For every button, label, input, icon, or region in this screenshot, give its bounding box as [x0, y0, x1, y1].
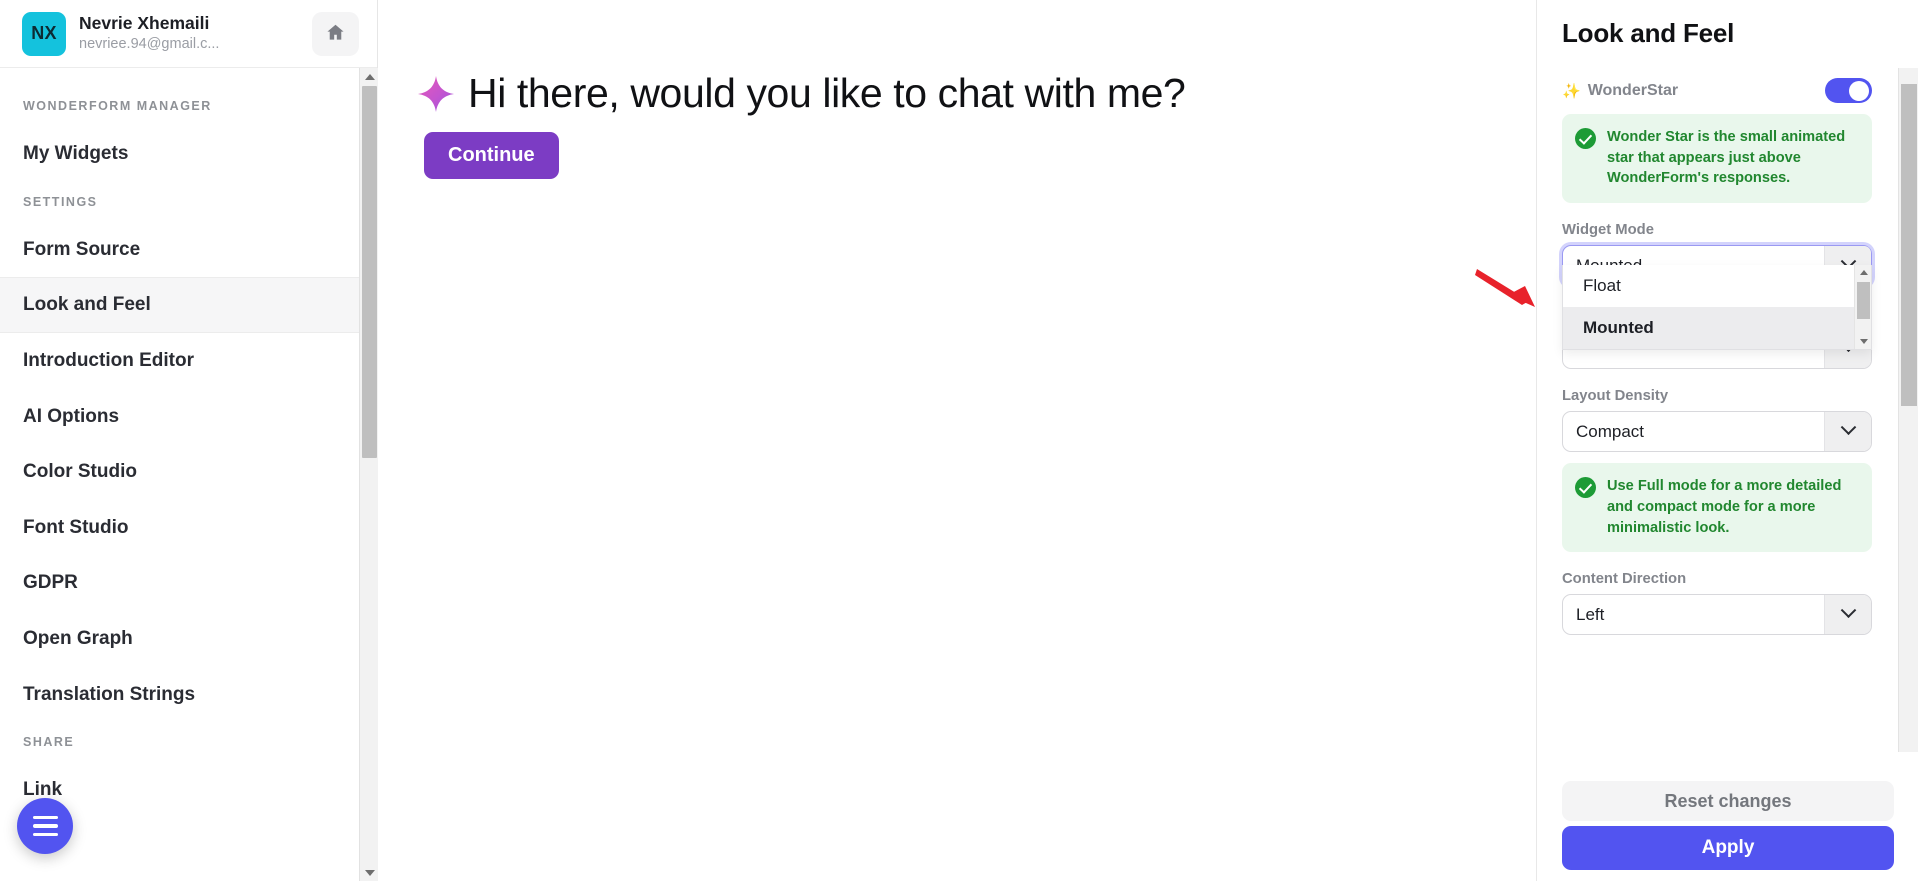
- widget-mode-label: Widget Mode: [1562, 222, 1654, 239]
- settings-panel: Look and Feel ✨ WonderStar Wonder Star i…: [1536, 0, 1918, 881]
- sidebar-account-header: NX Nevrie Xhemaili nevriee.94@gmail.c...: [0, 0, 377, 68]
- home-icon: [325, 22, 346, 46]
- wonderstar-label: WonderStar: [1587, 81, 1679, 99]
- dropdown-scroll-up-icon[interactable]: [1855, 265, 1872, 280]
- wonderstar-label-group: ✨ WonderStar: [1562, 82, 1678, 100]
- layout-density-hint-box: Use Full mode for a more detailed and co…: [1562, 463, 1872, 553]
- layout-density-select[interactable]: Compact: [1562, 411, 1872, 453]
- sidebar-section-label-manager: WONDERFORM MANAGER: [23, 99, 212, 113]
- wonderstar-hint-box: Wonder Star is the small animated star t…: [1562, 114, 1872, 204]
- settings-panel-title: Look and Feel: [1562, 18, 1735, 48]
- layout-density-field: Layout Density Compact: [1562, 388, 1872, 453]
- sidebar-item-color-studio[interactable]: Color Studio: [0, 444, 359, 500]
- widget-mode-option-mounted[interactable]: Mounted: [1563, 307, 1871, 350]
- settings-panel-footer: Reset changes Apply: [1562, 781, 1894, 870]
- sidebar-item-open-graph[interactable]: Open Graph: [0, 611, 359, 667]
- panel-scroll-down-icon[interactable]: [1899, 736, 1918, 752]
- layout-density-label: Layout Density: [1562, 388, 1669, 405]
- wonderstar-toggle[interactable]: [1825, 78, 1872, 103]
- check-circle-icon: [1575, 477, 1596, 499]
- check-circle-icon: [1575, 128, 1596, 149]
- continue-button[interactable]: Continue: [424, 132, 559, 180]
- hamburger-menu-icon[interactable]: [17, 798, 73, 854]
- sidebar-item-my-widgets[interactable]: My Widgets: [0, 126, 359, 182]
- sidebar-scroll-area: WONDERFORM MANAGER My Widgets SETTINGS F…: [0, 68, 378, 881]
- widget-mode-option-float[interactable]: Float: [1563, 265, 1871, 308]
- sidebar-scrollbar-thumb[interactable]: [362, 86, 377, 458]
- sidebar-item-look-and-feel[interactable]: Look and Feel: [0, 277, 359, 333]
- reset-changes-button[interactable]: Reset changes: [1562, 781, 1894, 821]
- wonderstar-row: ✨ WonderStar: [1562, 78, 1872, 103]
- chat-preview: Hi there, would you like to chat with me…: [416, 70, 1186, 180]
- account-meta: Nevrie Xhemaili nevriee.94@gmail.c...: [79, 13, 312, 54]
- content-direction-value: Left: [1576, 604, 1605, 624]
- left-sidebar: NX Nevrie Xhemaili nevriee.94@gmail.c...…: [0, 0, 378, 881]
- chevron-down-icon: [1824, 412, 1871, 452]
- account-name: Nevrie Xhemaili: [79, 13, 210, 34]
- sparkles-emoji-icon: ✨: [1562, 82, 1581, 100]
- sidebar-nav: WONDERFORM MANAGER My Widgets SETTINGS F…: [0, 68, 359, 818]
- account-email: nevriee.94@gmail.c...: [79, 36, 220, 53]
- dropdown-scroll-down-icon[interactable]: [1855, 334, 1872, 349]
- content-direction-select[interactable]: Left: [1562, 594, 1872, 636]
- apply-button[interactable]: Apply: [1562, 826, 1894, 870]
- sidebar-item-form-source[interactable]: Form Source: [0, 222, 359, 278]
- chevron-down-icon: [1824, 595, 1871, 635]
- dropdown-scrollbar-thumb[interactable]: [1856, 282, 1870, 320]
- sidebar-scroll-up-icon[interactable]: [360, 68, 379, 85]
- greeting-row: Hi there, would you like to chat with me…: [416, 70, 1186, 117]
- sidebar-section-label-settings: SETTINGS: [23, 194, 98, 209]
- sidebar-section-label-share: SHARE: [23, 735, 75, 750]
- content-direction-label: Content Direction: [1562, 571, 1687, 588]
- app-root: NX Nevrie Xhemaili nevriee.94@gmail.c...…: [0, 0, 1918, 881]
- sidebar-item-translation-strings[interactable]: Translation Strings: [0, 667, 359, 723]
- sidebar-scrollbar[interactable]: [359, 68, 378, 881]
- sidebar-scroll-down-icon[interactable]: [360, 864, 379, 881]
- panel-scroll-up-icon[interactable]: [1899, 68, 1918, 84]
- layout-density-hint-text: Use Full mode for a more detailed and co…: [1607, 478, 1842, 536]
- toggle-knob: [1849, 80, 1869, 101]
- layout-density-value: Compact: [1576, 421, 1645, 441]
- wonderstar-hint-text: Wonder Star is the small animated star t…: [1607, 129, 1846, 187]
- settings-panel-body: ✨ WonderStar Wonder Star is the small an…: [1537, 62, 1897, 762]
- panel-scrollbar-thumb[interactable]: [1901, 84, 1917, 406]
- settings-panel-scrollbar[interactable]: [1898, 68, 1918, 752]
- widget-mode-field: Widget Mode Mounted Float Mounted: [1562, 222, 1872, 351]
- home-button[interactable]: [312, 11, 359, 56]
- sidebar-item-introduction-editor[interactable]: Introduction Editor: [0, 333, 359, 389]
- page-title: Hi there, would you like to chat with me…: [468, 70, 1186, 116]
- sidebar-item-ai-options[interactable]: AI Options: [0, 389, 359, 445]
- sparkle-star-icon: [416, 74, 456, 114]
- avatar: NX: [22, 11, 66, 56]
- sidebar-item-gdpr[interactable]: GDPR: [0, 555, 359, 611]
- sidebar-item-font-studio[interactable]: Font Studio: [0, 500, 359, 556]
- main-preview-area: Hi there, would you like to chat with me…: [378, 0, 1536, 881]
- dropdown-scrollbar[interactable]: [1854, 265, 1872, 350]
- content-direction-field: Content Direction Left: [1562, 571, 1872, 636]
- widget-mode-dropdown-list[interactable]: Float Mounted: [1562, 265, 1872, 351]
